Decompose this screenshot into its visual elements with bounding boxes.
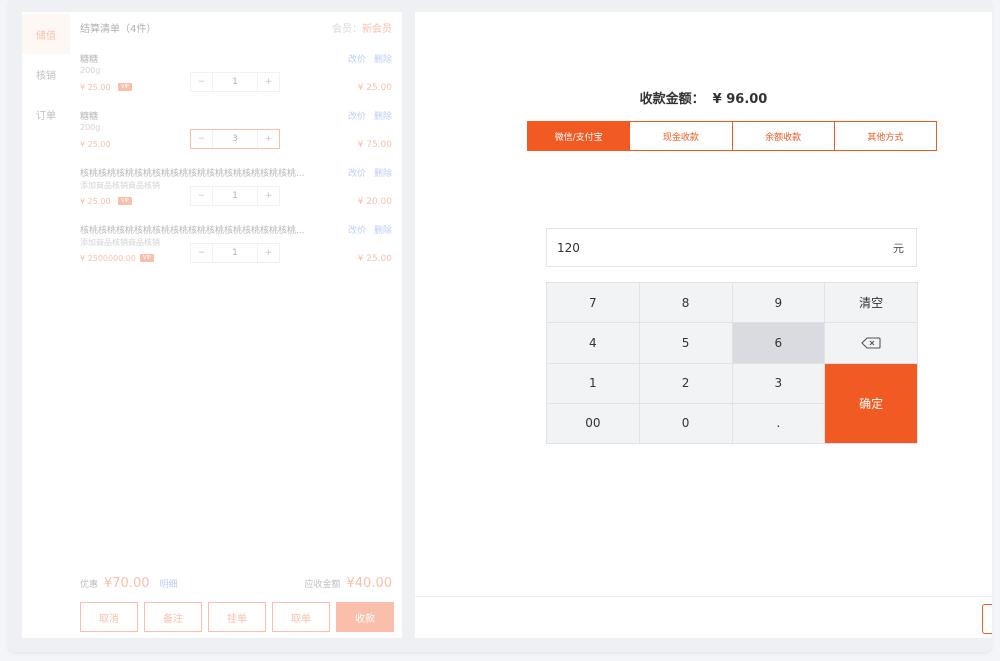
delete-link[interactable]: 删除	[374, 226, 392, 236]
side-nav: 储值 核销 订单	[22, 12, 70, 638]
key-3[interactable]: 3	[732, 363, 825, 403]
minus-button[interactable]: −	[191, 244, 213, 262]
item-price: ¥ 25.00	[80, 140, 111, 149]
item-spec: 200g	[80, 123, 101, 132]
confirm-button[interactable]: 确定	[825, 363, 917, 443]
quantity-stepper[interactable]: − 3 +	[190, 129, 280, 149]
edit-price-link[interactable]: 改价	[348, 112, 366, 122]
vip-badge: VIP	[140, 254, 154, 262]
tab-cash[interactable]: 现金收款	[630, 122, 733, 150]
quantity-value[interactable]: 3	[213, 130, 257, 148]
item-price: ¥ 2500000.00	[80, 254, 136, 263]
quantity-stepper[interactable]: − 1 +	[190, 72, 280, 92]
quantity-value[interactable]: 1	[213, 73, 257, 91]
discount-value: ¥70.00	[104, 576, 150, 591]
currency-unit: 元	[893, 241, 904, 255]
key-6[interactable]: 6	[732, 323, 825, 363]
item-spec: 添加商品核销商品核销	[80, 181, 160, 190]
plus-button[interactable]: +	[257, 244, 279, 262]
edit-price-link[interactable]: 改价	[348, 55, 366, 65]
key-8[interactable]: 8	[639, 283, 732, 323]
list-item: 核桃核桃核桃核桃核桃核桃核桃核桃核桃核桃核桃核桃... 添加商品核销商品核销 ¥…	[80, 223, 392, 279]
key-0[interactable]: 0	[639, 403, 732, 443]
item-name: 糖糖	[80, 112, 99, 122]
item-subtotal: ¥ 75.00	[357, 140, 392, 150]
item-subtotal: ¥ 25.00	[357, 83, 392, 93]
key-00[interactable]: 00	[547, 403, 639, 443]
item-price: ¥ 25.00	[80, 197, 111, 206]
key-5[interactable]: 5	[639, 323, 732, 363]
due-value: ¥40.00	[346, 576, 393, 591]
key-2[interactable]: 2	[639, 363, 732, 403]
order-panel: 储值 核销 订单 结算清单（4件） 会员：新会员 糖糖 200g ¥ 25.00…	[22, 12, 402, 638]
key-1[interactable]: 1	[547, 363, 639, 403]
item-subtotal: ¥ 25.00	[357, 254, 392, 264]
nav-item-stored-value[interactable]: 储值	[22, 14, 70, 54]
amount-input[interactable]: 120 元	[546, 228, 917, 267]
retrieve-order-button[interactable]: 取单	[272, 602, 330, 632]
hold-order-button[interactable]: 挂单	[208, 602, 266, 632]
collect-payment-button[interactable]: 收款	[336, 602, 394, 632]
list-item: 糖糖 200g ¥ 25.00 VIP − 1 + 改价 删除 ¥ 25.00	[80, 52, 392, 108]
footer-action-button[interactable]	[982, 604, 992, 634]
footer-divider	[415, 596, 992, 597]
backspace-button[interactable]	[825, 323, 917, 363]
item-spec: 200g	[80, 66, 101, 75]
tab-wechat-alipay[interactable]: 微信/支付宝	[528, 122, 631, 150]
payment-method-tabs: 微信/支付宝 现金收款 余额收款 其他方式	[527, 121, 937, 151]
minus-button[interactable]: −	[191, 130, 213, 148]
payment-amount: 收款金额： ¥ 96.00	[415, 88, 992, 107]
amount-value: ¥ 96.00	[712, 92, 768, 107]
due-label: 应收金额	[304, 580, 341, 590]
quantity-value[interactable]: 1	[213, 187, 257, 205]
vip-badge: VIP	[118, 83, 132, 91]
key-7[interactable]: 7	[547, 283, 639, 323]
tab-balance[interactable]: 余额收款	[733, 122, 835, 150]
plus-button[interactable]: +	[257, 187, 279, 205]
delete-link[interactable]: 删除	[374, 112, 392, 122]
item-name: 核桃核桃核桃核桃核桃核桃核桃核桃核桃核桃核桃核桃...	[80, 169, 305, 179]
checkout-panel: 收款金额： ¥ 96.00 微信/支付宝 现金收款 余额收款 其他方式 120 元…	[415, 12, 992, 638]
delete-link[interactable]: 删除	[374, 55, 392, 65]
quantity-stepper[interactable]: − 1 +	[190, 243, 280, 263]
key-dot[interactable]: .	[732, 403, 825, 443]
numeric-keypad: 7 8 9 清空 4 5 6 1 2 3 确定 00 0 .	[546, 282, 918, 444]
quantity-value[interactable]: 1	[213, 244, 257, 262]
key-9[interactable]: 9	[732, 283, 825, 323]
key-4[interactable]: 4	[547, 323, 639, 363]
plus-button[interactable]: +	[257, 130, 279, 148]
member-info[interactable]: 会员：新会员	[332, 20, 392, 35]
detail-link[interactable]: 明细	[160, 577, 178, 590]
nav-item-orders[interactable]: 订单	[22, 94, 70, 134]
minus-button[interactable]: −	[191, 73, 213, 91]
quantity-stepper[interactable]: − 1 +	[190, 186, 280, 206]
discount-label: 优惠	[80, 580, 99, 590]
remark-button[interactable]: 备注	[144, 602, 202, 632]
item-subtotal: ¥ 20.00	[357, 197, 392, 207]
backspace-icon	[861, 337, 881, 349]
delete-link[interactable]: 删除	[374, 169, 392, 179]
nav-item-verify[interactable]: 核销	[22, 54, 70, 94]
minus-button[interactable]: −	[191, 187, 213, 205]
cancel-button[interactable]: 取消	[80, 602, 138, 632]
edit-price-link[interactable]: 改价	[348, 226, 366, 236]
item-name: 核桃核桃核桃核桃核桃核桃核桃核桃核桃核桃核桃核桃...	[80, 226, 305, 236]
clear-button[interactable]: 清空	[825, 283, 917, 323]
tab-other[interactable]: 其他方式	[835, 122, 936, 150]
list-title: 结算清单（4件）	[80, 24, 157, 35]
item-spec: 添加商品核销商品核销	[80, 238, 160, 247]
edit-price-link[interactable]: 改价	[348, 169, 366, 179]
member-value[interactable]: 新会员	[362, 24, 392, 35]
amount-label: 收款金额：	[639, 92, 705, 107]
list-header: 结算清单（4件） 会员：新会员	[80, 20, 392, 35]
item-name: 糖糖	[80, 55, 99, 65]
vip-badge: VIP	[118, 197, 132, 205]
list-item: 糖糖 200g ¥ 25.00 − 3 + 改价 删除 ¥ 75.00	[80, 109, 392, 165]
item-price: ¥ 25.00	[80, 83, 111, 92]
plus-button[interactable]: +	[257, 73, 279, 91]
order-actions: 取消 备注 挂单 取单 收款	[80, 602, 394, 632]
amount-input-value[interactable]: 120	[557, 241, 893, 255]
list-item: 核桃核桃核桃核桃核桃核桃核桃核桃核桃核桃核桃核桃... 添加商品核销商品核销 ¥…	[80, 166, 392, 222]
order-summary: 优惠 ¥70.00 明细 应收金额 ¥40.00	[80, 576, 392, 591]
